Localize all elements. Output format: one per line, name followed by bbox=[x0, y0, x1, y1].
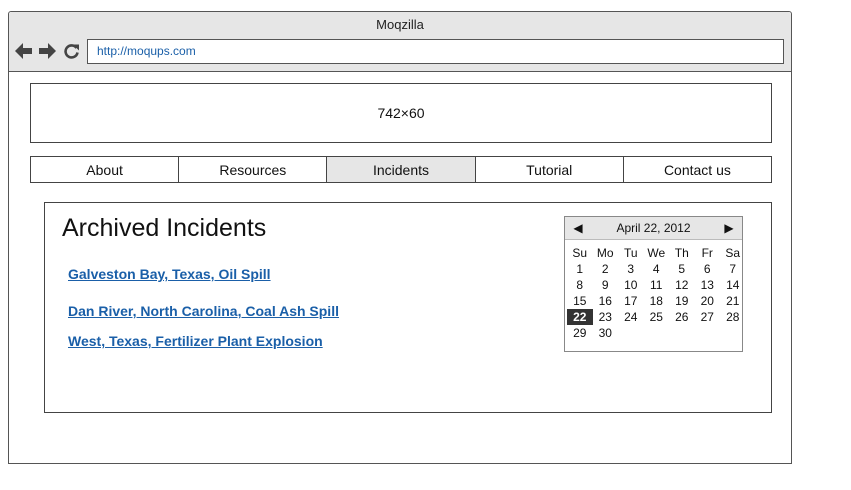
prev-month-icon[interactable]: ◀ bbox=[571, 221, 585, 235]
next-month-icon[interactable]: ▶ bbox=[722, 221, 736, 235]
incident-link-dan-river[interactable]: Dan River, North Carolina, Coal Ash Spil… bbox=[68, 303, 339, 319]
weekday-header: Sa bbox=[725, 246, 741, 260]
browser-titlebar: Moqzilla http://moqups.com bbox=[9, 12, 791, 72]
calendar-day[interactable]: 21 bbox=[720, 293, 746, 309]
tab-tutorial[interactable]: Tutorial bbox=[475, 157, 624, 182]
banner-size-label: 742×60 bbox=[377, 105, 425, 121]
calendar-day[interactable]: 26 bbox=[669, 309, 695, 325]
page-title: Archived Incidents bbox=[62, 214, 267, 242]
calendar-header: ◀ April 22, 2012 ▶ bbox=[565, 217, 742, 240]
calendar-day[interactable]: 20 bbox=[695, 293, 721, 309]
browser-window: Moqzilla http://moqups.com 742×60 About … bbox=[8, 11, 792, 464]
tab-about[interactable]: About bbox=[31, 157, 180, 182]
forward-button[interactable] bbox=[37, 41, 57, 61]
content-panel: Archived Incidents Galveston Bay, Texas,… bbox=[44, 202, 772, 413]
calendar-day[interactable]: 6 bbox=[695, 261, 721, 277]
forward-arrow-icon bbox=[38, 43, 56, 59]
weekday-header: Su bbox=[572, 246, 588, 260]
calendar-day[interactable]: 19 bbox=[669, 293, 695, 309]
calendar-day[interactable]: 8 bbox=[567, 277, 593, 293]
calendar-day[interactable]: 25 bbox=[644, 309, 670, 325]
main-navigation: About Resources Incidents Tutorial Conta… bbox=[30, 156, 772, 183]
calendar-day-selected[interactable]: 22 bbox=[567, 309, 593, 325]
calendar-day[interactable]: 7 bbox=[720, 261, 746, 277]
calendar-day[interactable]: 12 bbox=[669, 277, 695, 293]
calendar-day[interactable]: 2 bbox=[593, 261, 619, 277]
calendar-day[interactable]: 28 bbox=[720, 309, 746, 325]
calendar-day[interactable]: 17 bbox=[618, 293, 644, 309]
calendar-day[interactable]: 24 bbox=[618, 309, 644, 325]
calendar-day[interactable]: 1 bbox=[567, 261, 593, 277]
weekday-header: Mo bbox=[596, 246, 614, 260]
calendar-day[interactable]: 14 bbox=[720, 277, 746, 293]
tab-resources[interactable]: Resources bbox=[179, 157, 328, 182]
weekday-header: Th bbox=[674, 246, 689, 260]
url-input[interactable]: http://moqups.com bbox=[87, 39, 784, 64]
tab-contact-us[interactable]: Contact us bbox=[623, 157, 772, 182]
reload-button[interactable] bbox=[61, 41, 81, 61]
weekday-header: Fr bbox=[701, 246, 713, 260]
calendar-day[interactable]: 18 bbox=[644, 293, 670, 309]
calendar-day[interactable]: 29 bbox=[567, 325, 593, 341]
calendar-day[interactable]: 4 bbox=[644, 261, 670, 277]
calendar-day[interactable]: 9 bbox=[593, 277, 619, 293]
tab-incidents[interactable]: Incidents bbox=[327, 157, 476, 182]
window-title: Moqzilla bbox=[376, 17, 424, 32]
reload-icon bbox=[63, 43, 79, 59]
incident-link-galveston[interactable]: Galveston Bay, Texas, Oil Spill bbox=[68, 266, 271, 282]
calendar-day[interactable]: 30 bbox=[593, 325, 619, 341]
calendar-day[interactable]: 13 bbox=[695, 277, 721, 293]
calendar-day[interactable]: 15 bbox=[567, 293, 593, 309]
calendar-day[interactable]: 5 bbox=[669, 261, 695, 277]
calendar-grid: Su Mo Tu We Th Fr Sa 1 2 3 4 5 6 7 8 9 10 11 12 13 14 15 16 17 1… bbox=[565, 240, 742, 341]
weekday-header: Tu bbox=[623, 246, 638, 260]
incident-link-west-texas[interactable]: West, Texas, Fertilizer Plant Explosion bbox=[68, 333, 323, 349]
calendar-month-label: April 22, 2012 bbox=[616, 221, 691, 235]
calendar-day[interactable]: 3 bbox=[618, 261, 644, 277]
calendar-day[interactable]: 27 bbox=[695, 309, 721, 325]
calendar-day[interactable]: 23 bbox=[593, 309, 619, 325]
back-button[interactable] bbox=[13, 41, 33, 61]
calendar-day[interactable]: 16 bbox=[593, 293, 619, 309]
header-banner: 742×60 bbox=[30, 83, 772, 143]
back-arrow-icon bbox=[14, 43, 32, 59]
weekday-header: We bbox=[647, 246, 666, 260]
calendar-day[interactable]: 10 bbox=[618, 277, 644, 293]
calendar-day[interactable]: 11 bbox=[644, 277, 670, 293]
calendar-widget: ◀ April 22, 2012 ▶ Su Mo Tu We Th Fr Sa 1 2 3 4 5 6 7… bbox=[564, 216, 743, 352]
